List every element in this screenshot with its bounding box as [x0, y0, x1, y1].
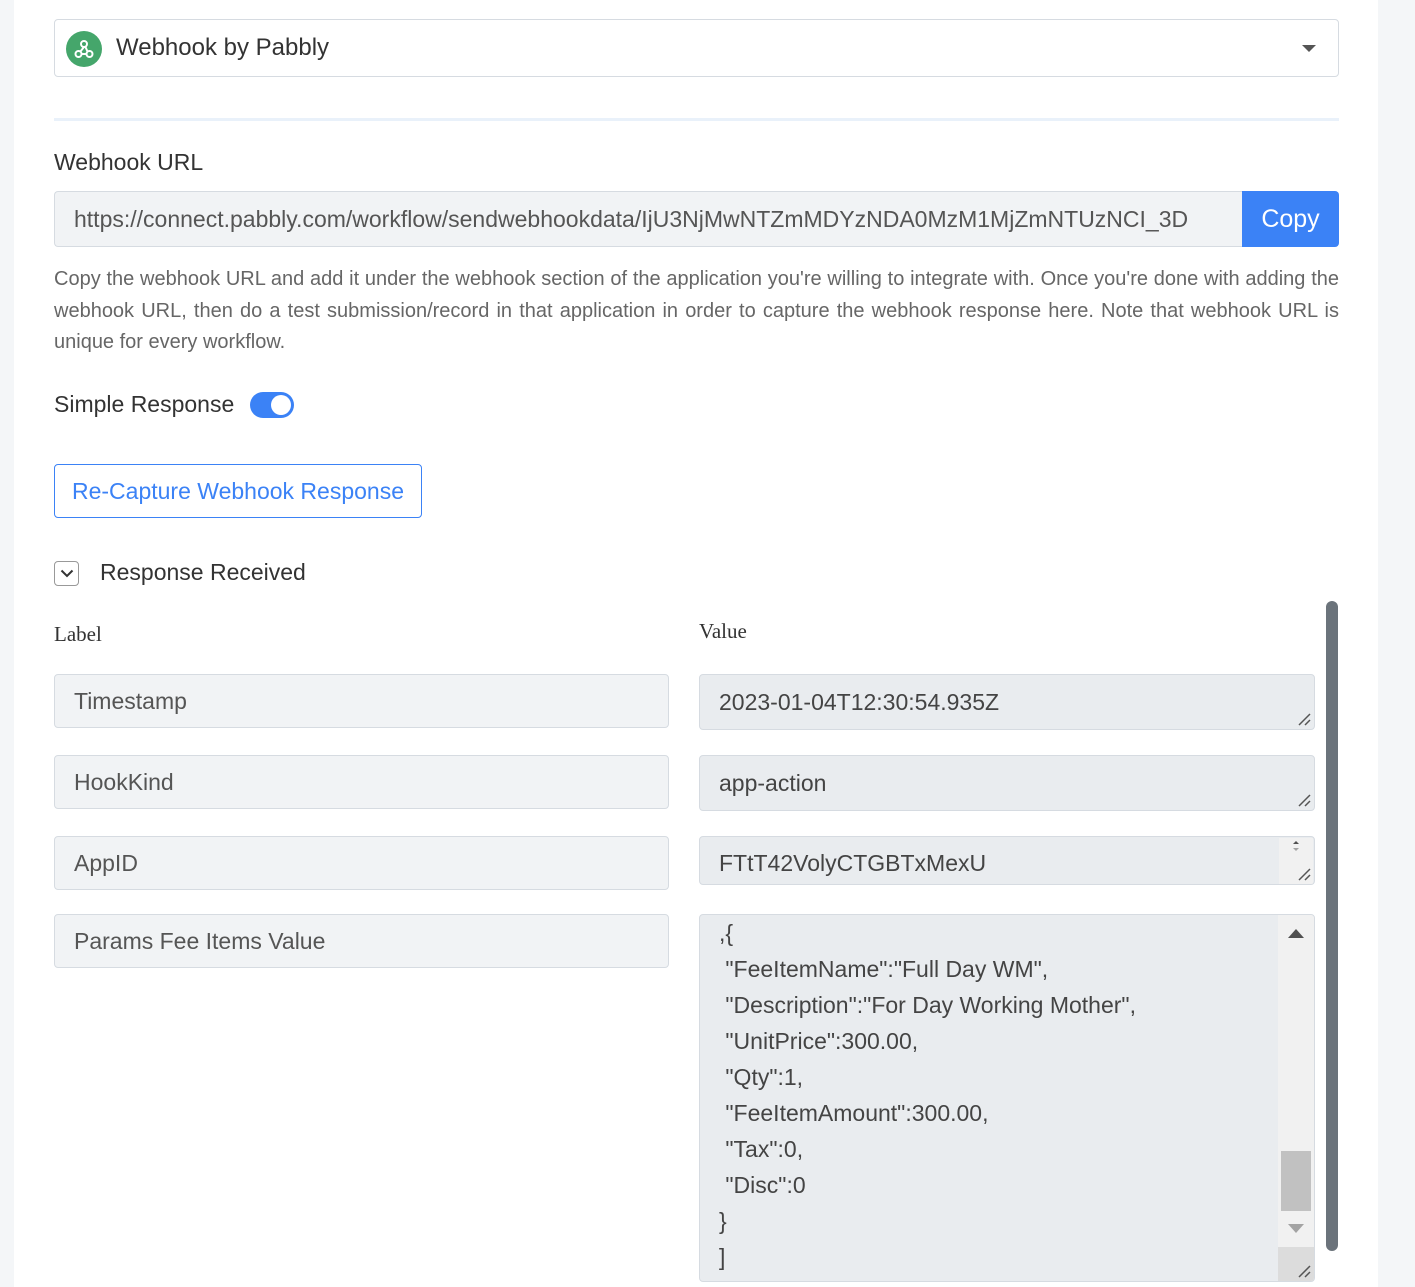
label-column-header: Label: [54, 622, 102, 646]
response-value-field[interactable]: FTtT42VolyCTGBTxMexU: [699, 836, 1315, 885]
response-value-text: 2023-01-04T12:30:54.935Z: [719, 689, 1000, 715]
section-divider: [54, 118, 1339, 121]
webhook-icon: [66, 31, 102, 67]
webhook-url-field[interactable]: https://connect.pabbly.com/workflow/send…: [54, 191, 1242, 247]
app-name: Webhook by Pabbly: [116, 34, 330, 61]
chevron-down-icon: [60, 569, 74, 578]
page-background: [1378, 0, 1415, 1287]
response-label-field[interactable]: Timestamp: [54, 674, 669, 728]
response-json-text: ,{ "FeeItemName":"Full Day WM", "Descrip…: [719, 920, 1136, 1270]
response-value-text: app-action: [719, 770, 827, 796]
recapture-webhook-button[interactable]: Re-Capture Webhook Response: [54, 464, 422, 518]
scroll-thumb[interactable]: [1281, 1151, 1311, 1211]
response-value-text: FTtT42VolyCTGBTxMexU: [719, 850, 987, 876]
caret-down-icon: [1302, 45, 1316, 52]
webhook-url-group: https://connect.pabbly.com/workflow/send…: [54, 191, 1339, 247]
resize-grip-icon[interactable]: [1297, 793, 1311, 807]
app-select[interactable]: Webhook by Pabbly: [54, 19, 1339, 77]
response-label-field[interactable]: AppID: [54, 836, 669, 890]
simple-response-label: Simple Response: [54, 391, 235, 417]
response-received-title: Response Received: [100, 559, 306, 585]
resize-grip-icon[interactable]: [1297, 712, 1311, 726]
webhook-url-label: Webhook URL: [54, 149, 204, 175]
response-list-scrollbar[interactable]: [1326, 601, 1338, 1251]
json-scrollbar[interactable]: [1278, 915, 1314, 1281]
response-collapse-toggle[interactable]: [54, 561, 79, 586]
response-value-field[interactable]: app-action: [699, 755, 1315, 811]
toggle-knob: [271, 395, 291, 415]
copy-button[interactable]: Copy: [1242, 191, 1339, 247]
scroll-up-icon[interactable]: [1288, 929, 1304, 938]
value-column-header: Value: [699, 619, 747, 643]
webhook-help-text: Copy the webhook URL and add it under th…: [54, 268, 1339, 353]
simple-response-toggle[interactable]: [250, 392, 294, 418]
scroll-down-icon[interactable]: [1288, 1224, 1304, 1233]
webhook-config-panel: Webhook by Pabbly Webhook URL https://co…: [14, 0, 1378, 1287]
spin-arrows-icon: [1293, 841, 1299, 851]
resize-grip-icon[interactable]: [1297, 867, 1311, 881]
resize-grip-icon[interactable]: [1297, 1264, 1311, 1278]
response-json-textarea[interactable]: ,{ "FeeItemName":"Full Day WM", "Descrip…: [699, 914, 1315, 1282]
response-label-field[interactable]: HookKind: [54, 755, 669, 809]
response-label-field[interactable]: Params Fee Items Value: [54, 914, 669, 968]
response-value-field[interactable]: 2023-01-04T12:30:54.935Z: [699, 674, 1315, 730]
